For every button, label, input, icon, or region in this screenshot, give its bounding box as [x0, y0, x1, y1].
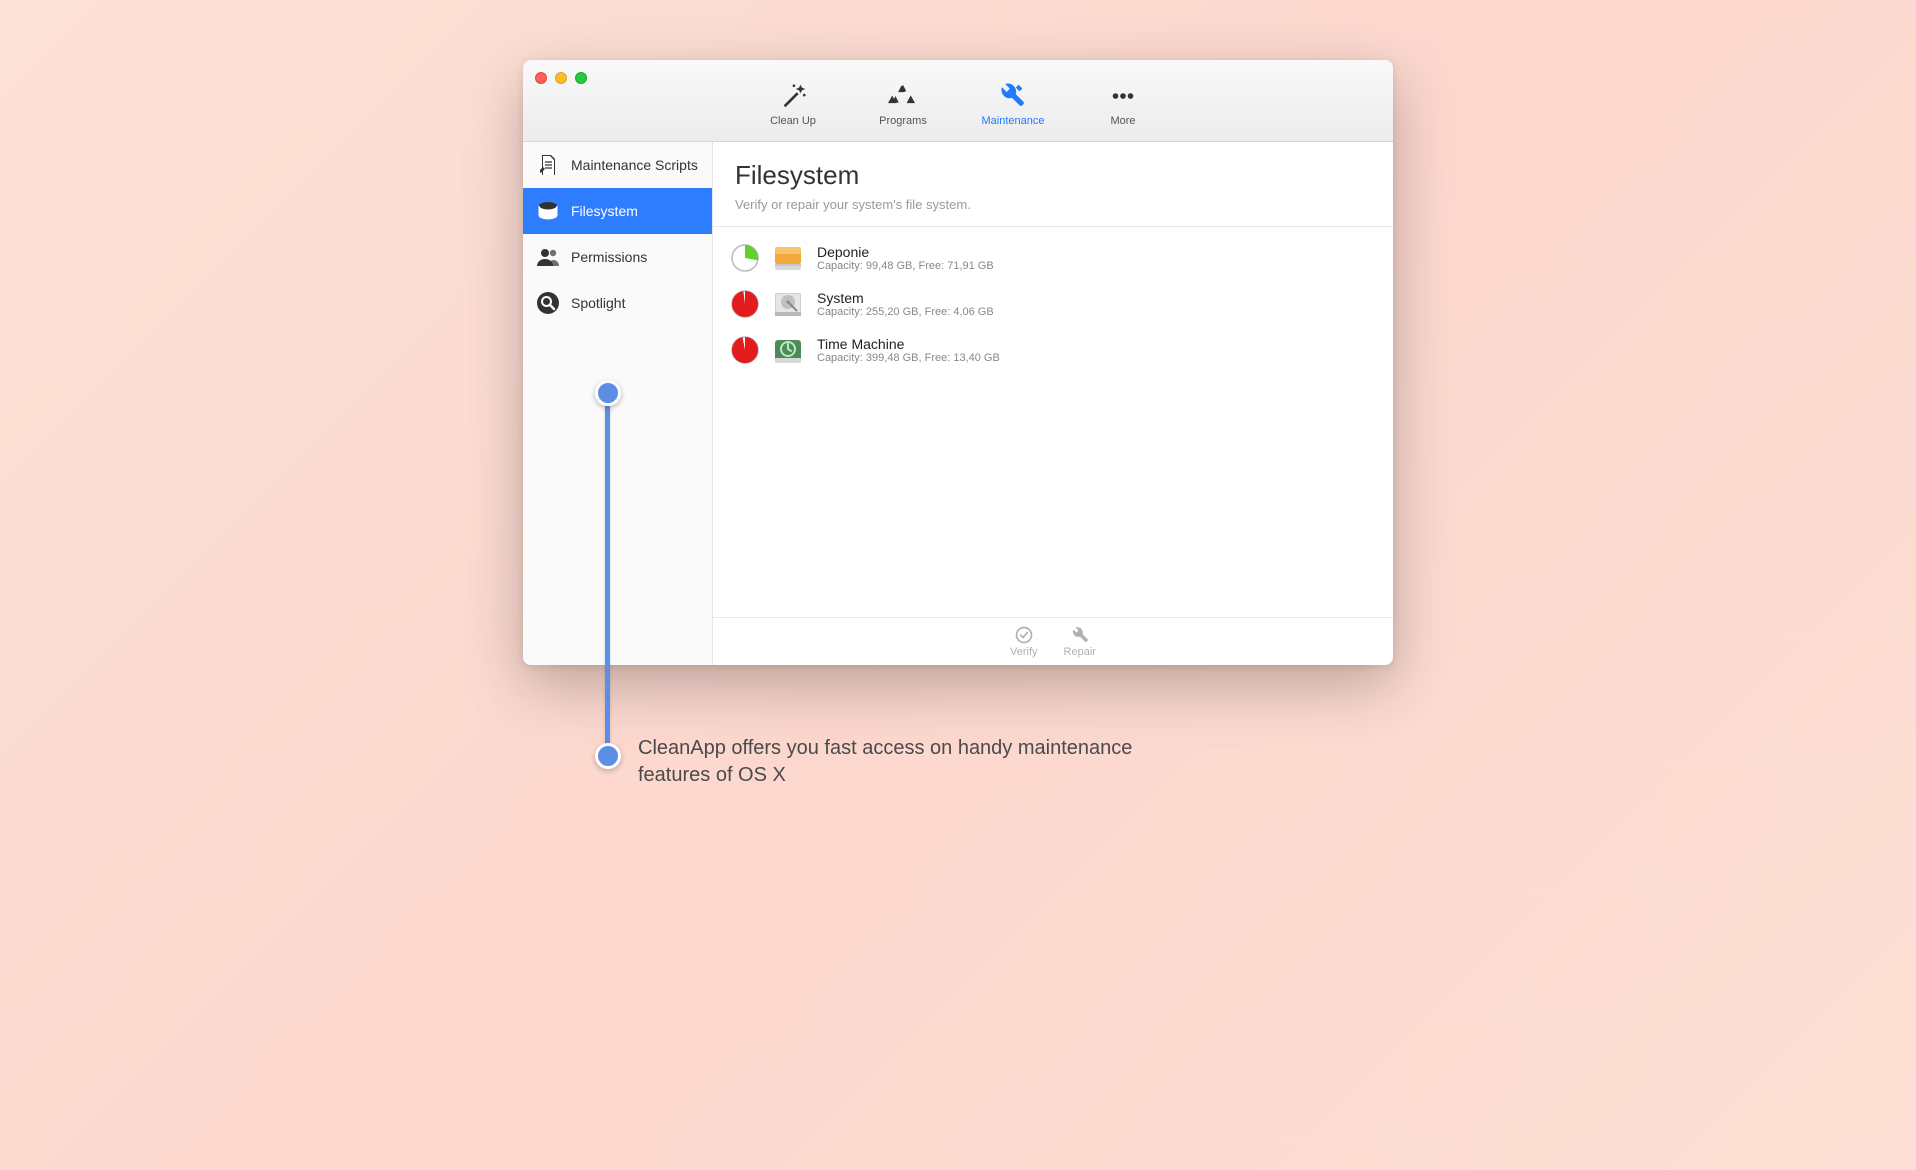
toolbar: Clean Up Programs Maintenance: [523, 60, 1393, 141]
sidebar-item-spotlight[interactable]: Spotlight: [523, 280, 712, 326]
volume-detail: Capacity: 399,48 GB, Free: 13,40 GB: [817, 352, 1000, 364]
sidebar: Maintenance Scripts Filesystem Permissio…: [523, 142, 713, 665]
toolbar-item-cleanup[interactable]: Clean Up: [758, 81, 828, 127]
sidebar-item-label: Filesystem: [571, 203, 638, 219]
apps-icon: [888, 81, 918, 111]
sidebar-item-filesystem[interactable]: Filesystem: [523, 188, 712, 234]
drive-icon: [771, 241, 805, 275]
annotation-caption: CleanApp offers you fast access on handy…: [638, 735, 1198, 789]
page-subtitle: Verify or repair your system's file syst…: [735, 197, 1371, 212]
toolbar-label: Clean Up: [770, 115, 816, 127]
sidebar-item-permissions[interactable]: Permissions: [523, 234, 712, 280]
toolbar-item-maintenance[interactable]: Maintenance: [978, 81, 1048, 127]
footer-label: Repair: [1064, 646, 1096, 658]
volume-detail: Capacity: 99,48 GB, Free: 71,91 GB: [817, 260, 994, 272]
toolbar-label: More: [1110, 115, 1135, 127]
sidebar-item-maintenance-scripts[interactable]: Maintenance Scripts: [523, 142, 712, 188]
volume-name: Time Machine: [817, 336, 1000, 352]
close-icon[interactable]: [535, 72, 547, 84]
volume-text: Deponie Capacity: 99,48 GB, Free: 71,91 …: [817, 244, 994, 272]
wand-icon: [778, 81, 808, 111]
tools-icon: [998, 81, 1028, 111]
main-pane: Filesystem Verify or repair your system'…: [713, 142, 1393, 665]
check-icon: [1014, 625, 1034, 645]
volume-text: Time Machine Capacity: 399,48 GB, Free: …: [817, 336, 1000, 364]
drive-icon: [771, 287, 805, 321]
usage-pie-icon: [731, 244, 759, 272]
footer-toolbar: Verify Repair: [713, 617, 1393, 665]
volume-detail: Capacity: 255,20 GB, Free: 4,06 GB: [817, 306, 994, 318]
volume-row[interactable]: Time Machine Capacity: 399,48 GB, Free: …: [727, 327, 1379, 373]
wrench-icon: [1070, 625, 1090, 645]
more-icon: [1108, 81, 1138, 111]
sidebar-item-label: Permissions: [571, 249, 647, 265]
toolbar-label: Programs: [879, 115, 927, 127]
titlebar: Clean Up Programs Maintenance: [523, 60, 1393, 142]
main-header: Filesystem Verify or repair your system'…: [713, 142, 1393, 227]
window-controls: [535, 72, 587, 84]
sidebar-item-label: Spotlight: [571, 295, 625, 311]
disk-icon: [535, 198, 561, 224]
script-icon: [535, 152, 561, 178]
app-window: Clean Up Programs Maintenance: [523, 60, 1393, 665]
sidebar-item-label: Maintenance Scripts: [571, 157, 698, 173]
drive-icon: [771, 333, 805, 367]
usage-pie-icon: [731, 336, 759, 364]
verify-button[interactable]: Verify: [1010, 625, 1038, 658]
volume-row[interactable]: System Capacity: 255,20 GB, Free: 4,06 G…: [727, 281, 1379, 327]
zoom-icon[interactable]: [575, 72, 587, 84]
volume-name: System: [817, 290, 994, 306]
volume-text: System Capacity: 255,20 GB, Free: 4,06 G…: [817, 290, 994, 318]
toolbar-item-more[interactable]: More: [1088, 81, 1158, 127]
volume-row[interactable]: Deponie Capacity: 99,48 GB, Free: 71,91 …: [727, 235, 1379, 281]
users-icon: [535, 244, 561, 270]
page-title: Filesystem: [735, 160, 1371, 191]
minimize-icon[interactable]: [555, 72, 567, 84]
repair-button[interactable]: Repair: [1064, 625, 1096, 658]
body: Maintenance Scripts Filesystem Permissio…: [523, 142, 1393, 665]
volume-list: Deponie Capacity: 99,48 GB, Free: 71,91 …: [713, 227, 1393, 617]
volume-name: Deponie: [817, 244, 994, 260]
annotation-dot-bottom: [595, 743, 621, 769]
toolbar-label: Maintenance: [982, 115, 1045, 127]
toolbar-item-programs[interactable]: Programs: [868, 81, 938, 127]
footer-label: Verify: [1010, 646, 1038, 658]
usage-pie-icon: [731, 290, 759, 318]
search-icon: [535, 290, 561, 316]
